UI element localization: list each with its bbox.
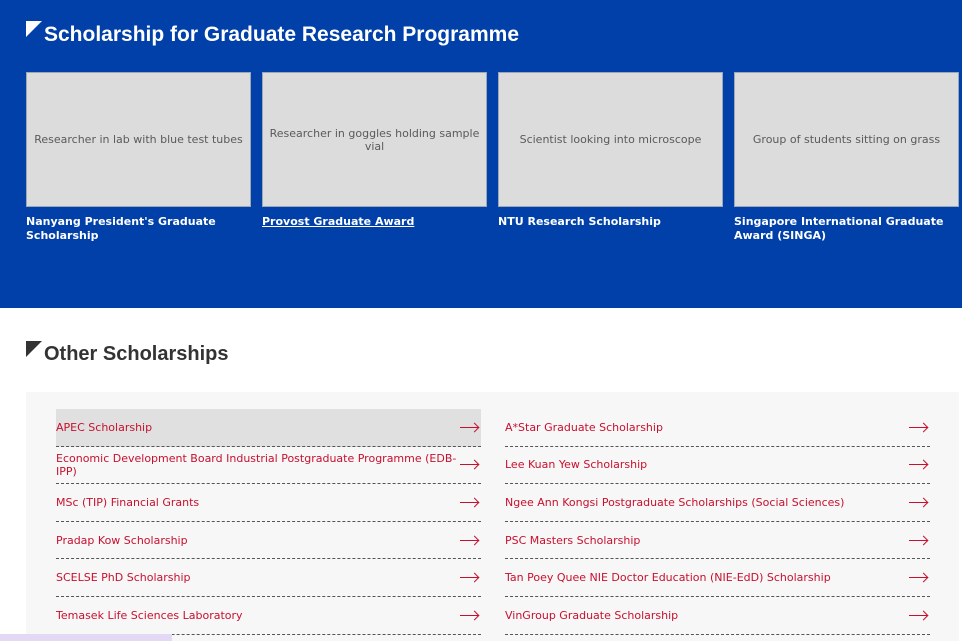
- list-item-scelse[interactable]: SCELSE PhD Scholarship: [56, 559, 481, 597]
- list-item-label: Tan Poey Quee NIE Doctor Education (NIE-…: [505, 571, 831, 585]
- arrow-right-icon: [460, 611, 479, 620]
- card-image[interactable]: Scientist looking into microscope: [498, 72, 723, 207]
- list-item-label: Temasek Life Sciences Laboratory: [56, 608, 243, 622]
- scholarship-list-left: APEC Scholarship Economic Development Bo…: [56, 409, 481, 635]
- arrow-right-icon: [460, 573, 479, 582]
- arrow-right-icon: [460, 423, 479, 432]
- list-item-lee-kuan-yew[interactable]: Lee Kuan Yew Scholarship: [505, 447, 930, 485]
- list-item-edb-ipp[interactable]: Economic Development Board Industrial Po…: [56, 447, 481, 485]
- list-item-tan-poey-quee[interactable]: Tan Poey Quee NIE Doctor Education (NIE-…: [505, 559, 930, 597]
- list-item-ngee-ann-kongsi[interactable]: Ngee Ann Kongsi Postgraduate Scholarship…: [505, 484, 930, 522]
- arrow-right-icon: [460, 498, 479, 507]
- card-title[interactable]: NTU Research Scholarship: [498, 215, 723, 229]
- card-title[interactable]: Singapore International Graduate Award (…: [734, 215, 959, 243]
- list-item-apec[interactable]: APEC Scholarship: [56, 409, 481, 447]
- list-item-label: Ngee Ann Kongsi Postgraduate Scholarship…: [505, 495, 845, 509]
- card-title[interactable]: Nanyang President's Graduate Scholarship: [26, 215, 251, 243]
- card-nanyang-president[interactable]: Researcher in lab with blue test tubes N…: [26, 72, 251, 243]
- browser-status-bar: [0, 634, 172, 641]
- corner-mark-icon: [26, 21, 42, 37]
- arrow-right-icon: [909, 460, 928, 469]
- card-image-label: Scientist looking into microscope: [519, 133, 702, 146]
- card-ntu-research[interactable]: Scientist looking into microscope NTU Re…: [498, 72, 723, 229]
- arrow-right-icon: [909, 536, 928, 545]
- list-item-pradap-kow[interactable]: Pradap Kow Scholarship: [56, 522, 481, 560]
- other-scholarships-panel: APEC Scholarship Economic Development Bo…: [26, 392, 959, 641]
- arrow-right-icon: [909, 498, 928, 507]
- arrow-right-icon: [909, 423, 928, 432]
- scholarship-cards: Researcher in lab with blue test tubes N…: [26, 72, 959, 262]
- arrow-right-icon: [460, 460, 479, 469]
- list-item-label: A*Star Graduate Scholarship: [505, 420, 663, 434]
- card-image-label: Researcher in lab with blue test tubes: [34, 133, 243, 146]
- corner-mark-icon: [26, 341, 42, 357]
- list-item-label: VinGroup Graduate Scholarship: [505, 608, 679, 622]
- list-item-temasek[interactable]: Temasek Life Sciences Laboratory: [56, 597, 481, 635]
- card-image[interactable]: Researcher in goggles holding sample via…: [262, 72, 487, 207]
- graduate-research-section: Scholarship for Graduate Research Progra…: [0, 0, 962, 308]
- list-item-label: Economic Development Board Industrial Po…: [56, 451, 457, 478]
- card-image[interactable]: Researcher in lab with blue test tubes: [26, 72, 251, 207]
- card-singa[interactable]: Group of students sitting on grass Singa…: [734, 72, 959, 243]
- list-item-label: PSC Masters Scholarship: [505, 533, 641, 547]
- list-item-vingroup[interactable]: VinGroup Graduate Scholarship: [505, 597, 930, 635]
- list-item-label: Lee Kuan Yew Scholarship: [505, 458, 648, 472]
- list-item-psc-masters[interactable]: PSC Masters Scholarship: [505, 522, 930, 560]
- arrow-right-icon: [909, 573, 928, 582]
- other-title-text: Other Scholarships: [44, 342, 229, 365]
- list-item-label: MSc (TIP) Financial Grants: [56, 495, 200, 509]
- list-item-msc-tip[interactable]: MSc (TIP) Financial Grants: [56, 484, 481, 522]
- list-item-label: Pradap Kow Scholarship: [56, 533, 188, 547]
- section-title-text: Scholarship for Graduate Research Progra…: [44, 23, 519, 46]
- scholarship-list-right: A*Star Graduate Scholarship Lee Kuan Yew…: [505, 409, 930, 635]
- card-image-label: Researcher in goggles holding sample via…: [269, 126, 480, 153]
- arrow-right-icon: [460, 536, 479, 545]
- other-scholarships-title: Other Scholarships: [26, 340, 229, 368]
- list-item-astar[interactable]: A*Star Graduate Scholarship: [505, 409, 930, 447]
- card-title[interactable]: Provost Graduate Award: [262, 215, 487, 229]
- card-image-label: Group of students sitting on grass: [752, 133, 941, 146]
- arrow-right-icon: [909, 611, 928, 620]
- list-item-label: SCELSE PhD Scholarship: [56, 571, 191, 585]
- list-item-label: APEC Scholarship: [56, 420, 153, 434]
- section-title: Scholarship for Graduate Research Progra…: [26, 20, 519, 50]
- card-provost-award[interactable]: Researcher in goggles holding sample via…: [262, 72, 487, 229]
- card-image[interactable]: Group of students sitting on grass: [734, 72, 959, 207]
